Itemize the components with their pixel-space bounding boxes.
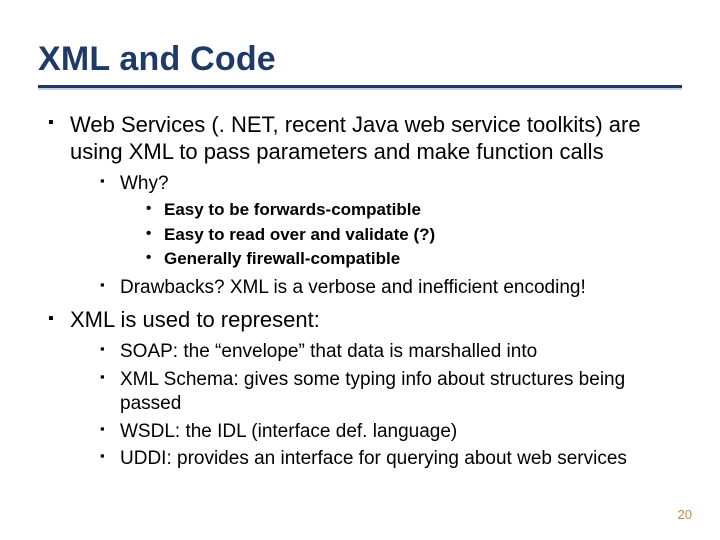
bullet-text: Why?: [120, 173, 169, 194]
bullet-list-level2: SOAP: the “envelope” that data is marsha…: [70, 340, 682, 471]
bullet-item: Drawbacks? XML is a verbose and ineffici…: [100, 276, 682, 300]
page-number: 20: [678, 507, 692, 522]
bullet-text: Easy to read over and validate (?): [164, 225, 435, 244]
bullet-item: Web Services (. NET, recent Java web ser…: [48, 112, 682, 299]
bullet-item: Why? Easy to be forwards-compatible Easy…: [100, 172, 682, 270]
bullet-text: UDDI: provides an interface for querying…: [120, 448, 627, 469]
bullet-item: Easy to be forwards-compatible: [146, 199, 682, 221]
bullet-item: XML is used to represent: SOAP: the “env…: [48, 307, 682, 471]
bullet-list-level3: Easy to be forwards-compatible Easy to r…: [120, 199, 682, 269]
bullet-text: Easy to be forwards-compatible: [164, 200, 421, 219]
title-underline: [38, 85, 682, 90]
bullet-item: SOAP: the “envelope” that data is marsha…: [100, 340, 682, 364]
bullet-text: Drawbacks? XML is a verbose and ineffici…: [120, 277, 586, 298]
bullet-item: UDDI: provides an interface for querying…: [100, 447, 682, 471]
bullet-list-level1: Web Services (. NET, recent Java web ser…: [38, 112, 682, 471]
bullet-item: WSDL: the IDL (interface def. language): [100, 420, 682, 444]
slide-title: XML and Code: [38, 40, 682, 79]
bullet-text: Generally firewall-compatible: [164, 249, 400, 268]
bullet-text: XML Schema: gives some typing info about…: [120, 369, 625, 414]
bullet-list-level2: Why? Easy to be forwards-compatible Easy…: [70, 172, 682, 300]
slide: XML and Code Web Services (. NET, recent…: [0, 0, 720, 540]
bullet-text: Web Services (. NET, recent Java web ser…: [70, 112, 641, 164]
bullet-text: SOAP: the “envelope” that data is marsha…: [120, 341, 537, 362]
bullet-item: Easy to read over and validate (?): [146, 224, 682, 246]
bullet-item: XML Schema: gives some typing info about…: [100, 368, 682, 416]
bullet-item: Generally firewall-compatible: [146, 248, 682, 270]
bullet-text: WSDL: the IDL (interface def. language): [120, 421, 457, 442]
bullet-text: XML is used to represent:: [70, 307, 320, 332]
